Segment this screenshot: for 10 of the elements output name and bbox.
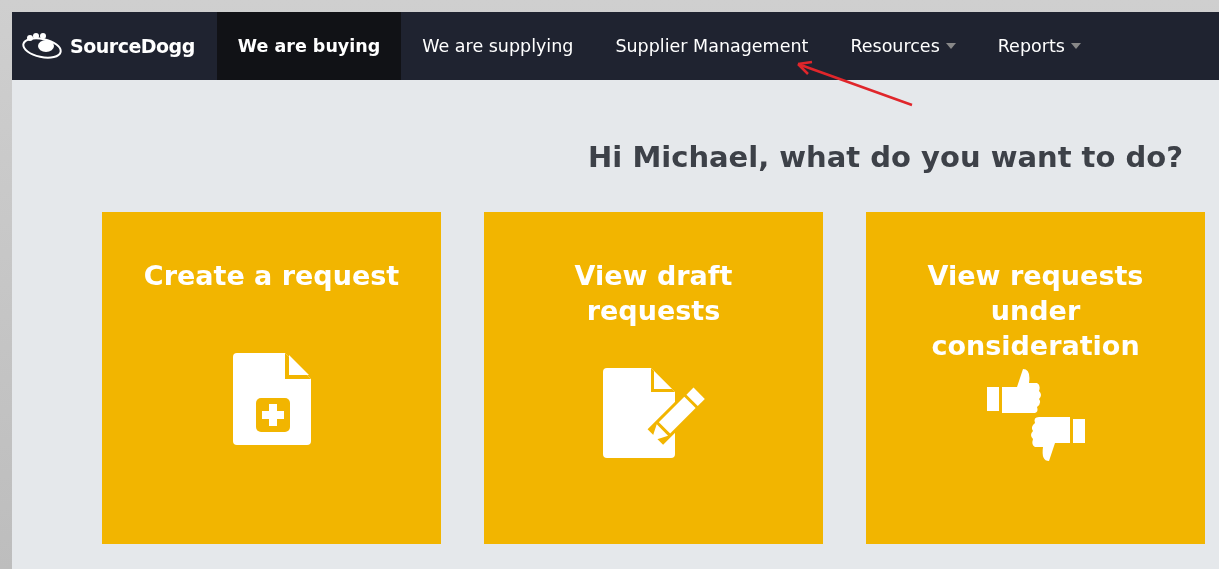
nav-menu-item[interactable]: Reports (976, 12, 1102, 80)
nav-menu-item[interactable]: We are buying (216, 12, 402, 80)
nav-menu-item[interactable]: Supplier Management (594, 12, 830, 80)
document-pencil-icon (602, 368, 705, 458)
nav-menu-item[interactable]: We are supplying (401, 12, 595, 80)
greeting-heading: Hi Michael, what do you want to do? (588, 140, 1183, 174)
nav-menu-item[interactable]: Resources (829, 12, 977, 80)
thumbs-up-down-icon (986, 369, 1085, 461)
brand-logo-text: SourceDogg (70, 35, 195, 57)
new-document-icon (232, 353, 311, 445)
